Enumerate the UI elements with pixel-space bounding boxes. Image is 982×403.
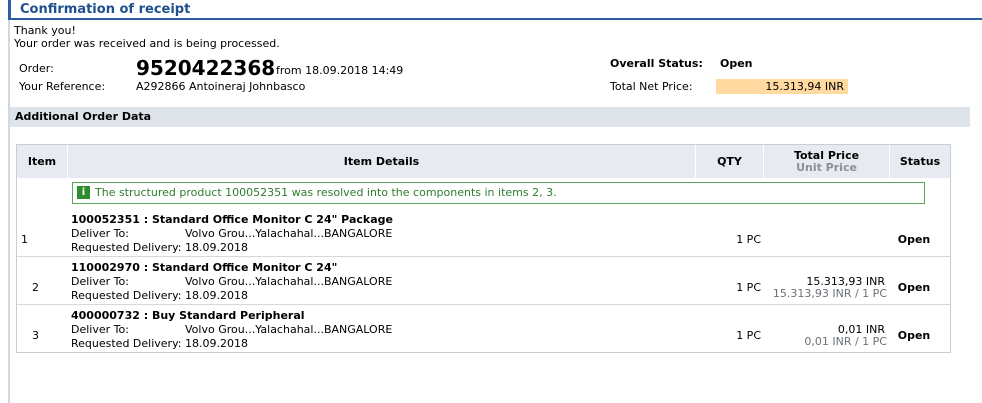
left-border bbox=[8, 0, 10, 403]
order-label: Order: bbox=[19, 62, 54, 75]
row-deliver-value: Volvo Grou...Yalachahal...BANGALORE bbox=[185, 227, 393, 240]
table-row: 3 400000732 : Buy Standard Peripheral De… bbox=[17, 305, 950, 352]
row-delivery-date-label: Requested Delivery: bbox=[71, 241, 182, 254]
row-delivery-date-label: Requested Delivery: bbox=[71, 337, 182, 350]
col-item: Item bbox=[17, 145, 68, 178]
page-title: Confirmation of receipt bbox=[8, 0, 982, 20]
row-item-number: 1 bbox=[21, 233, 28, 246]
order-date: from 18.09.2018 14:49 bbox=[276, 64, 404, 77]
col-qty: QTY bbox=[696, 145, 764, 178]
row-unit-price: 15.313,93 INR / 1 PC bbox=[772, 287, 887, 300]
row-delivery-date: 18.09.2018 bbox=[185, 337, 248, 350]
overall-status-value: Open bbox=[720, 57, 753, 70]
col-unit-price: Unit Price bbox=[796, 160, 857, 174]
table-row: 2 110002970 : Standard Office Monitor C … bbox=[17, 257, 950, 305]
row-status: Open bbox=[897, 329, 931, 342]
overall-status-label: Overall Status: bbox=[610, 57, 703, 70]
row-delivery-date-label: Requested Delivery: bbox=[71, 289, 182, 302]
row-product-title: 100052351 : Standard Office Monitor C 24… bbox=[71, 213, 393, 226]
net-price-label: Total Net Price: bbox=[610, 80, 693, 93]
row-deliver-label: Deliver To: bbox=[71, 323, 129, 336]
confirmation-message: Thank you! Your order was received and i… bbox=[14, 24, 280, 50]
col-price: Total Price Unit Price bbox=[764, 145, 890, 178]
row-deliver-label: Deliver To: bbox=[71, 227, 129, 240]
row-deliver-value: Volvo Grou...Yalachahal...BANGALORE bbox=[185, 275, 393, 288]
net-price-value: 15.313,94 INR bbox=[716, 79, 848, 94]
table-row: 1 100052351 : Standard Office Monitor C … bbox=[17, 209, 950, 257]
reference-label: Your Reference: bbox=[19, 80, 106, 93]
row-product-title: 400000732 : Buy Standard Peripheral bbox=[71, 309, 305, 322]
table-header: Item Item Details QTY Total Price Unit P… bbox=[17, 145, 950, 178]
row-status: Open bbox=[897, 281, 931, 294]
row-qty: 1 PC bbox=[736, 329, 761, 342]
info-message: i The structured product 100052351 was r… bbox=[72, 182, 925, 204]
col-total-price: Total Price bbox=[793, 148, 860, 162]
row-deliver-value: Volvo Grou...Yalachahal...BANGALORE bbox=[185, 323, 393, 336]
thank-you-text: Thank you! bbox=[14, 24, 76, 37]
col-status: Status bbox=[899, 155, 941, 168]
row-deliver-label: Deliver To: bbox=[71, 275, 129, 288]
row-unit-price: 0,01 INR / 1 PC bbox=[804, 335, 887, 348]
row-delivery-date: 18.09.2018 bbox=[185, 289, 248, 302]
reference-value: A292866 Antoineraj Johnbasco bbox=[136, 80, 306, 93]
row-item-number: 3 bbox=[32, 329, 39, 342]
additional-order-data-header: Additional Order Data bbox=[10, 107, 970, 127]
row-qty: 1 PC bbox=[736, 281, 761, 294]
row-product-title: 110002970 : Standard Office Monitor C 24… bbox=[71, 261, 338, 274]
processing-text: Your order was received and is being pro… bbox=[14, 37, 280, 50]
info-row: i The structured product 100052351 was r… bbox=[17, 178, 950, 209]
row-item-number: 2 bbox=[32, 281, 39, 294]
info-text: The structured product 100052351 was res… bbox=[95, 186, 557, 199]
order-items-table: Item Item Details QTY Total Price Unit P… bbox=[16, 144, 951, 353]
row-status: Open bbox=[897, 233, 931, 246]
info-icon: i bbox=[77, 186, 90, 199]
order-number: 9520422368 bbox=[136, 56, 276, 80]
col-item-details: Item Details bbox=[68, 145, 696, 178]
row-delivery-date: 18.09.2018 bbox=[185, 241, 248, 254]
row-qty: 1 PC bbox=[736, 233, 761, 246]
confirmation-page: Confirmation of receipt Thank you! Your … bbox=[0, 0, 982, 403]
